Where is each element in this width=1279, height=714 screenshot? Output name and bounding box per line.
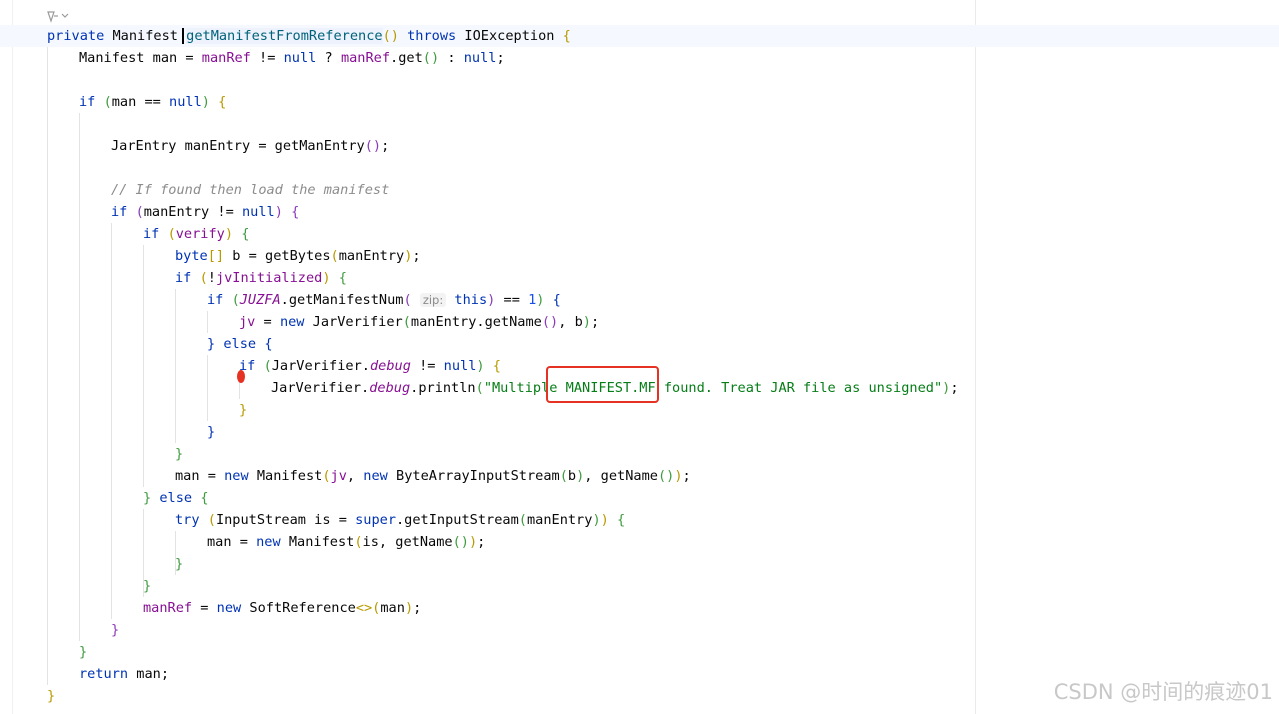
text-caret [182, 28, 184, 44]
breakpoint-marker[interactable] [237, 370, 245, 383]
code-line-11[interactable]: jv = new JarVerifier(manEntry.getName(),… [239, 311, 599, 333]
indent-guide [79, 113, 80, 641]
code-line-4[interactable]: JarEntry manEntry = getManEntry(); [111, 135, 389, 157]
code-line-7[interactable]: if (verify) { [143, 223, 249, 245]
code-line-20[interactable]: try (InputStream is = super.getInputStre… [175, 509, 625, 531]
code-line-13[interactable]: if (JarVerifier.debug != null) { [239, 355, 501, 377]
code-line-21[interactable]: man = new Manifest(is, getName()); [207, 531, 485, 553]
code-comment[interactable]: // If found then load the manifest [111, 179, 389, 201]
code-line-28[interactable]: } [47, 685, 55, 707]
highlight-annotation-box [546, 366, 659, 403]
code-line-9[interactable]: if (!jvInitialized) { [175, 267, 347, 289]
indent-guide [47, 47, 48, 685]
code-line-27[interactable]: return man; [79, 663, 169, 685]
code-line-6[interactable]: if (manEntry != null) { [111, 201, 299, 223]
indent-guide [143, 245, 144, 487]
code-line-24[interactable]: manRef = new SoftReference<>(man); [143, 597, 421, 619]
code-line-8[interactable]: byte[] b = getBytes(manEntry); [175, 245, 421, 267]
indent-guide [111, 223, 112, 619]
indent-guide [207, 355, 208, 421]
parameter-hint: zip: [419, 293, 447, 307]
code-line-17[interactable]: } [175, 443, 183, 465]
ai-hint-icon[interactable] [45, 8, 71, 24]
code-line-1[interactable]: private Manifest getManifestFromReferenc… [47, 25, 571, 47]
right-margin-guide [975, 0, 976, 714]
code-line-12[interactable]: } else { [207, 333, 273, 355]
code-line-10[interactable]: if (JUZFA.getManifestNum( zip: this) == … [207, 289, 561, 311]
code-line-26[interactable]: } [79, 641, 87, 663]
indent-guide [175, 289, 176, 443]
code-line-25[interactable]: } [111, 619, 119, 641]
code-line-2[interactable]: Manifest man = manRef != null ? manRef.g… [79, 47, 505, 69]
code-line-15[interactable]: } [239, 399, 247, 421]
indent-guide [207, 311, 208, 333]
code-line-3[interactable]: if (man == null) { [79, 91, 226, 113]
code-editor[interactable]: private Manifest getManifestFromReferenc… [0, 0, 1279, 714]
code-line-23[interactable]: } [143, 575, 151, 597]
code-line-16[interactable]: } [207, 421, 215, 443]
code-line-18[interactable]: man = new Manifest(jv, new ByteArrayInpu… [175, 465, 691, 487]
gutter-divider [12, 0, 13, 714]
code-line-19[interactable]: } else { [143, 487, 209, 509]
code-line-22[interactable]: } [175, 553, 183, 575]
watermark: CSDN @时间的痕迹01 [1053, 680, 1273, 704]
